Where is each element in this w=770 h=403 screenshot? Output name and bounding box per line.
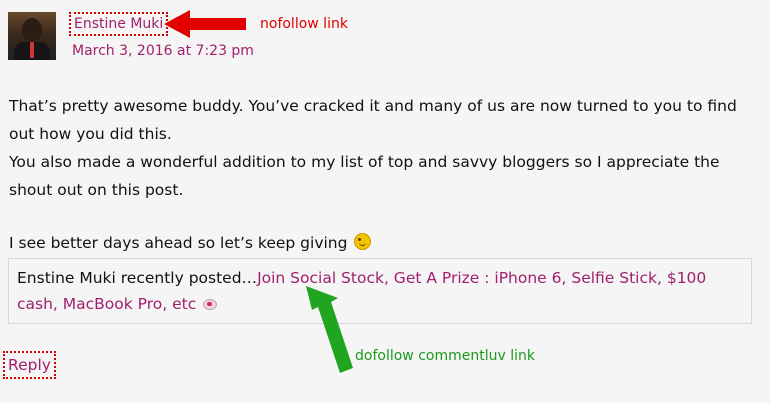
comment-text-line: You also made a wonderful addition to my… bbox=[9, 153, 720, 171]
green-arrow-icon bbox=[306, 286, 353, 373]
nofollow-annotation: nofollow link bbox=[260, 16, 348, 32]
commentluv-prefix: Enstine Muki recently posted… bbox=[17, 269, 258, 287]
comment-author-link[interactable]: Enstine Muki bbox=[69, 12, 169, 36]
winking-smiley-icon bbox=[354, 233, 372, 250]
comment-body: That’s pretty awesome buddy. You’ve crac… bbox=[9, 92, 761, 257]
avatar bbox=[8, 12, 56, 60]
reply-button[interactable]: Reply bbox=[3, 351, 56, 379]
comment-text-line: shout out on this post. bbox=[9, 181, 184, 199]
comment-closing-text: I see better days ahead so let’s keep gi… bbox=[9, 234, 348, 252]
red-arrow-icon bbox=[164, 10, 246, 38]
commentluv-box: Enstine Muki recently posted…Join Social… bbox=[8, 258, 752, 324]
comment-date-link[interactable]: March 3, 2016 at 7:23 pm bbox=[72, 42, 254, 60]
dofollow-annotation: dofollow commentluv link bbox=[355, 348, 535, 364]
comment-text-line: That’s pretty awesome buddy. You’ve crac… bbox=[9, 97, 737, 115]
comment-text-line: out how you did this. bbox=[9, 125, 172, 143]
comment-closing-line: I see better days ahead so let’s keep gi… bbox=[9, 229, 761, 257]
heart-icon[interactable] bbox=[203, 299, 218, 310]
